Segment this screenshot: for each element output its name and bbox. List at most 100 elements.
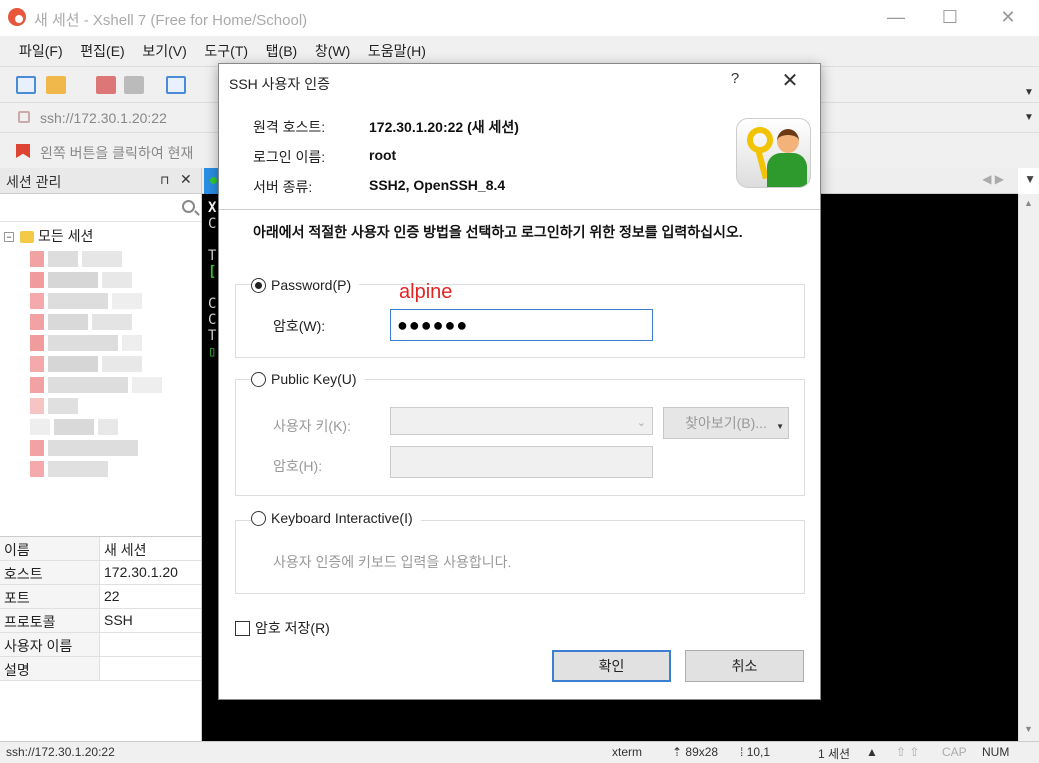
status-cursor-value: 10,1	[746, 745, 771, 759]
instruction-text: 아래에서 적절한 사용자 인증 방법을 선택하고 로그인하기 위한 정보를 입력…	[253, 224, 743, 240]
browse-button-label: 찾아보기(B)...	[685, 415, 767, 431]
window-titlebar: 새 세션 - Xshell 7 (Free for Home/School) —…	[0, 0, 1039, 36]
save-password-checkbox[interactable]: 암호 저장(R)	[235, 618, 330, 638]
password-mask: ●●●●●●	[397, 315, 469, 335]
ok-button[interactable]: 확인	[552, 650, 671, 682]
server-type-value: SSH2, OpenSSH_8.4	[369, 177, 506, 193]
public-key-radio[interactable]: Public Key(U)	[251, 371, 365, 387]
public-key-radio-label: Public Key(U)	[271, 371, 357, 387]
scroll-up-icon[interactable]: ▲	[1024, 198, 1033, 208]
tree-item-label: 모든 세션	[38, 228, 94, 244]
tab-scroll-arrows-icon[interactable]: ◀ ▶	[982, 172, 1004, 186]
help-button[interactable]: ?	[725, 70, 745, 87]
window-title: 새 세션 - Xshell 7 (Free for Home/School)	[34, 12, 308, 29]
property-row: 프로토콜 SSH	[0, 609, 201, 633]
password-annotation: alpine	[399, 281, 453, 303]
dialog-close-button[interactable]: ✕	[775, 68, 805, 93]
session-manager-pane: 세션 관리 ⊓ ✕ − 모든 세션 이름 새 세션 호스트 172.30.1.20 포…	[0, 168, 202, 741]
password-input[interactable]: ●●●●●●	[390, 309, 653, 341]
folder-icon	[20, 231, 34, 244]
property-value: SSH	[104, 612, 133, 628]
menu-bar: 파일(F) 편집(E) 보기(V) 도구(T) 탭(B) 창(W) 도움말(H)	[0, 36, 1039, 66]
close-window-button[interactable]: ✕	[990, 4, 1026, 30]
status-terminal-type: xterm	[612, 745, 642, 759]
status-caps-lock: CAP	[942, 745, 967, 759]
new-session-icon[interactable]	[16, 76, 36, 94]
dialog-title: SSH 사용자 인증	[229, 76, 330, 92]
search-icon[interactable]	[182, 200, 195, 213]
cursor-icon: ⁞	[740, 745, 744, 759]
radio-unselected-icon	[251, 371, 266, 387]
session-search-input[interactable]	[0, 194, 201, 222]
chevron-down-icon: ⌄	[636, 417, 646, 429]
close-pane-icon[interactable]: ✕	[180, 171, 192, 188]
menu-view[interactable]: 보기(V)	[135, 36, 193, 66]
keyboard-interactive-radio[interactable]: Keyboard Interactive(I)	[251, 510, 421, 526]
toolbar-overflow-icon[interactable]: ▼	[1024, 87, 1034, 98]
passphrase-label: 암호(H):	[273, 458, 323, 474]
status-sessions[interactable]: 1 세션	[818, 745, 850, 762]
session-pane-header: 세션 관리 ⊓ ✕	[0, 168, 201, 194]
connect-icon[interactable]	[96, 76, 116, 94]
blurred-session-list	[30, 246, 170, 508]
lock-icon	[18, 111, 30, 123]
user-key-select[interactable]: ⌄	[390, 407, 653, 435]
maximize-button[interactable]: ☐	[932, 4, 968, 30]
disconnect-icon[interactable]	[124, 76, 144, 94]
menu-file[interactable]: 파일(F)	[12, 36, 70, 66]
password-radio-label: Password(P)	[271, 277, 352, 293]
browse-button[interactable]: 찾아보기(B)... ▼	[663, 407, 789, 439]
menu-tab[interactable]: 탭(B)	[259, 36, 305, 66]
property-value	[100, 657, 201, 680]
login-name-value: root	[369, 147, 397, 163]
scroll-down-icon[interactable]: ▼	[1024, 724, 1033, 734]
pin-icon[interactable]: ⊓	[160, 173, 169, 187]
menu-tools[interactable]: 도구(T)	[197, 36, 255, 66]
open-folder-icon[interactable]	[46, 76, 66, 94]
property-row: 포트 22	[0, 585, 201, 609]
minimize-button[interactable]: —	[878, 4, 914, 30]
radio-selected-icon	[251, 277, 266, 293]
nav-arrows-icon: ⇧ ⇧	[896, 745, 920, 759]
property-key: 이름	[0, 537, 100, 560]
xshell-app-icon	[8, 8, 26, 26]
password-radio[interactable]: Password(P)	[251, 277, 360, 293]
address-dropdown-icon[interactable]: ▼	[1024, 112, 1034, 123]
password-field-label: 암호(W):	[273, 318, 326, 334]
property-key: 프로토콜	[0, 609, 100, 632]
status-cursor: ⁞ 10,1	[740, 745, 770, 759]
property-key: 포트	[0, 585, 100, 608]
property-row: 사용자 이름	[0, 633, 201, 657]
cancel-button[interactable]: 취소	[685, 650, 804, 682]
status-num-lock: NUM	[982, 745, 1010, 759]
session-pane-title: 세션 관리	[6, 174, 62, 190]
user-key-label: 사용자 키(K):	[273, 418, 351, 434]
user-key-icon	[736, 118, 811, 188]
passphrase-input[interactable]	[390, 446, 653, 478]
property-value	[100, 633, 201, 656]
terminal-scrollbar[interactable]: ▲ ▼	[1018, 194, 1039, 741]
menu-window[interactable]: 창(W)	[308, 36, 357, 66]
save-password-label: 암호 저장(R)	[255, 620, 330, 636]
property-key: 호스트	[0, 561, 100, 584]
address-input[interactable]: ssh://172.30.1.20:22	[40, 110, 167, 126]
checkbox-unchecked-icon	[235, 620, 250, 636]
properties-icon[interactable]	[166, 76, 186, 94]
tab-list-icon[interactable]: ▼	[1024, 172, 1036, 186]
property-value: 새 세션	[104, 542, 147, 558]
size-icon: ⇡	[672, 745, 683, 759]
status-size: ⇡ 89x28	[672, 745, 718, 759]
dialog-divider	[219, 209, 820, 210]
hint-text: 왼쪽 버튼을 클릭하여 현재	[40, 145, 194, 161]
tree-collapse-icon[interactable]: −	[4, 232, 14, 243]
property-key: 사용자 이름	[0, 633, 100, 656]
login-name-label: 로그인 이름:	[253, 149, 326, 165]
menu-help[interactable]: 도움말(H)	[361, 36, 433, 66]
property-key: 설명	[0, 657, 100, 680]
menu-edit[interactable]: 편집(E)	[73, 36, 131, 66]
tree-item-all-sessions[interactable]: − 모든 세션	[4, 226, 93, 246]
session-properties-table: 이름 새 세션 호스트 172.30.1.20 포트 22 프로토콜 SSH 사용자 이…	[0, 536, 201, 681]
ssh-auth-dialog: SSH 사용자 인증 ? ✕ 원격 호스트: 172.30.1.20:22 (새…	[218, 63, 821, 700]
sessions-up-icon[interactable]: ▲	[866, 745, 878, 759]
status-bar: ssh://172.30.1.20:22 xterm ⇡ 89x28 ⁞ 10,…	[0, 741, 1039, 763]
